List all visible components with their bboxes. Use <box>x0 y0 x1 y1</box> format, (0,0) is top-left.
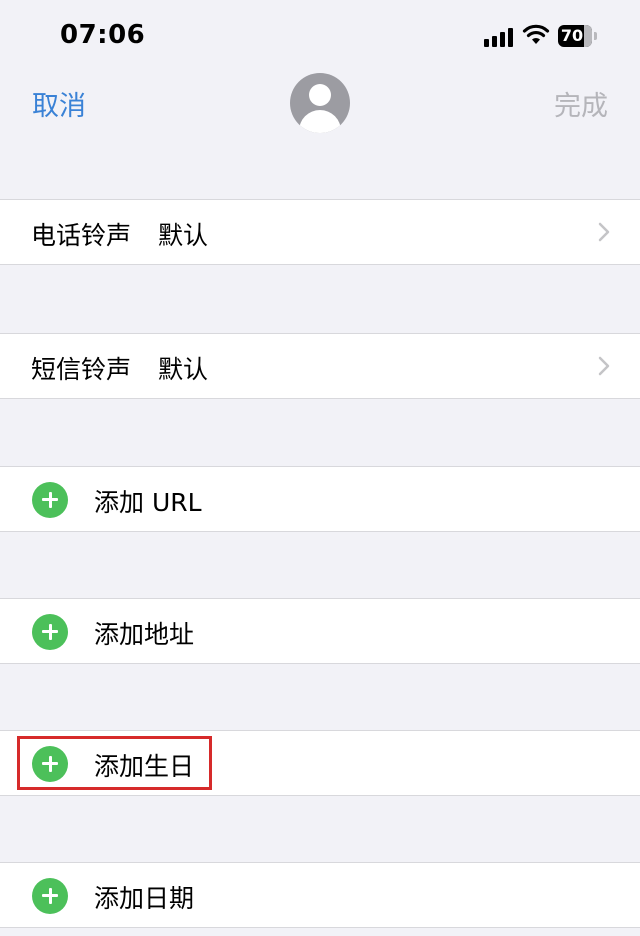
battery-level: 70 <box>560 26 584 45</box>
battery-icon: 70 <box>558 25 592 47</box>
person-avatar-icon[interactable] <box>290 73 350 133</box>
add-birthday-row[interactable]: 添加生日 <box>0 730 640 796</box>
wifi-icon <box>522 24 550 44</box>
add-circle-icon[interactable] <box>32 746 68 782</box>
add-circle-icon[interactable] <box>32 614 68 650</box>
add-circle-icon[interactable] <box>32 482 68 518</box>
status-bar: 07:06 70 <box>0 0 640 70</box>
chevron-right-icon <box>598 356 610 376</box>
add-date-row[interactable]: 添加日期 <box>0 862 640 928</box>
text-tone-row[interactable]: 短信铃声 默认 <box>0 333 640 399</box>
text-tone-label: 短信铃声 <box>31 355 132 384</box>
ringtone-label: 电话铃声 <box>31 221 132 250</box>
add-address-label: 添加地址 <box>94 620 195 649</box>
ringtone-row[interactable]: 电话铃声 默认 <box>0 199 640 265</box>
chevron-right-icon <box>598 222 610 242</box>
done-button[interactable]: 完成 <box>554 84 608 123</box>
text-tone-value: 默认 <box>158 355 209 384</box>
add-date-label: 添加日期 <box>94 884 195 913</box>
ringtone-value: 默认 <box>158 221 209 250</box>
add-address-row[interactable]: 添加地址 <box>0 598 640 664</box>
signal-bars-icon <box>484 27 514 47</box>
add-birthday-label: 添加生日 <box>94 752 195 781</box>
add-url-row[interactable]: 添加 URL <box>0 466 640 532</box>
status-time: 07:06 <box>60 20 146 50</box>
add-circle-icon[interactable] <box>32 878 68 914</box>
add-url-label: 添加 URL <box>94 488 202 517</box>
cancel-button[interactable]: 取消 <box>32 84 86 123</box>
battery-tip <box>594 32 597 40</box>
